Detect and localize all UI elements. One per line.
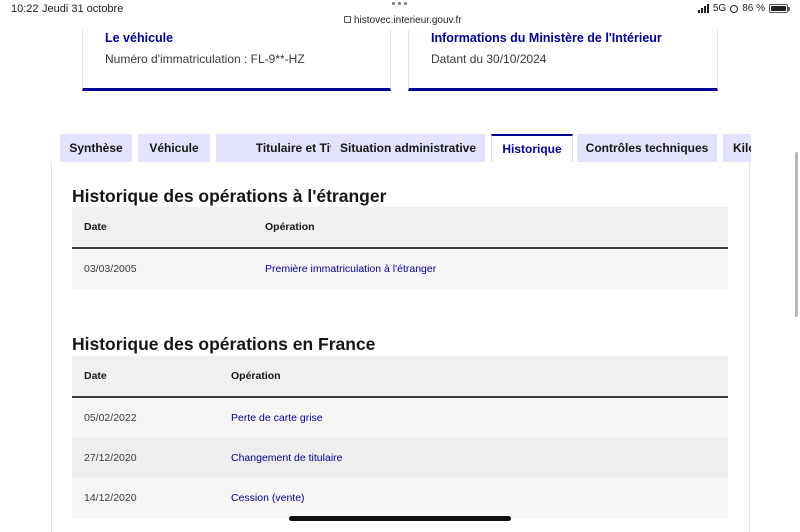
signal-icon	[697, 4, 709, 13]
orientation-lock-icon	[730, 4, 739, 13]
column-date: Date	[84, 221, 107, 233]
battery-icon	[769, 4, 790, 13]
ministry-card: Informations du Ministère de l'Intérieur…	[408, 30, 718, 91]
vehicle-card: Le véhicule Numéro d'immatriculation : F…	[82, 30, 391, 91]
page-scrollbar[interactable]	[795, 152, 798, 317]
tab-controles-techniques[interactable]: Contrôles techniques	[577, 134, 717, 162]
address-url: histovec.interieur.gouv.fr	[354, 15, 462, 26]
france-history-heading: Historique des opérations en France	[72, 334, 376, 354]
battery-percent: 86 %	[742, 3, 765, 14]
vehicle-card-title: Le véhicule	[105, 31, 174, 45]
network-label: 5G	[712, 3, 727, 14]
table-row: 27/12/2020 Changement de titulaire	[72, 438, 728, 478]
foreign-history-table: Date Opération 03/03/2005 Première immat…	[72, 207, 728, 289]
row-operation: Première immatriculation à l'étranger	[265, 263, 437, 275]
lock-icon	[344, 16, 351, 23]
france-history-table: Date Opération 05/02/2022 Perte de carte…	[72, 356, 728, 518]
table-row: 14/12/2020 Cession (vente)	[72, 478, 728, 518]
row-operation: Perte de carte grise	[231, 412, 323, 424]
table-header: Date Opération	[72, 356, 728, 398]
registration-number: Numéro d'immatriculation : FL-9**-HZ	[105, 52, 305, 66]
tab-historique[interactable]: Historique	[491, 134, 573, 162]
table-row: 03/03/2005 Première immatriculation à l'…	[72, 249, 728, 289]
more-dots-icon[interactable]	[392, 2, 410, 8]
row-date: 27/12/2020	[84, 452, 137, 464]
ios-status-bar: 10:22 Jeudi 31 octobre histovec.interieu…	[0, 0, 800, 30]
tab-synthese[interactable]: Synthèse	[60, 134, 132, 162]
tab-vehicule[interactable]: Véhicule	[138, 134, 210, 162]
status-time: 10:22	[11, 3, 39, 15]
status-date: Jeudi 31 octobre	[42, 3, 124, 15]
column-operation: Opération	[231, 370, 281, 382]
ministry-card-title: Informations du Ministère de l'Intérieur	[431, 31, 662, 45]
foreign-history-heading: Historique des opérations à l'étranger	[72, 186, 387, 206]
tab-kilometrage[interactable]: Kilo	[723, 134, 751, 162]
column-date: Date	[84, 370, 107, 382]
column-operation: Opération	[265, 221, 315, 233]
table-row: 05/02/2022 Perte de carte grise	[72, 398, 728, 438]
row-date: 14/12/2020	[84, 492, 137, 504]
data-date: Datant du 30/10/2024	[431, 52, 547, 66]
battery-fill	[771, 6, 786, 11]
report-tabs: Synthèse Véhicule Titulaire et Titre Sit…	[60, 134, 751, 162]
home-indicator[interactable]	[289, 516, 511, 521]
row-operation: Cession (vente)	[231, 492, 305, 504]
table-header: Date Opération	[72, 207, 728, 249]
row-operation: Changement de titulaire	[231, 452, 343, 464]
status-indicators: 5G 86 %	[697, 3, 790, 14]
tab-situation-administrative[interactable]: Situation administrative	[331, 134, 485, 162]
row-date: 05/02/2022	[84, 412, 137, 424]
row-date: 03/03/2005	[84, 263, 137, 275]
address-bar[interactable]: histovec.interieur.gouv.fr	[344, 15, 462, 26]
